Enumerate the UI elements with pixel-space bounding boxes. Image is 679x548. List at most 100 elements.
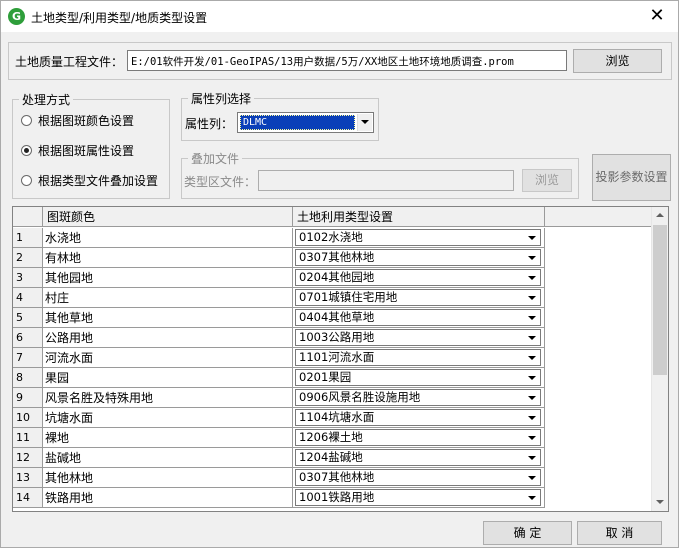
table-row[interactable]: 5 其他草地 0404其他草地 bbox=[13, 308, 545, 328]
overlay-file-title: 叠加文件 bbox=[188, 150, 243, 167]
color-cell[interactable]: 河流水面 bbox=[43, 348, 293, 368]
chevron-down-icon[interactable] bbox=[528, 436, 536, 440]
row-number: 9 bbox=[13, 388, 43, 408]
chevron-down-icon[interactable] bbox=[528, 276, 536, 280]
table-row[interactable]: 2 有林地 0307其他林地 bbox=[13, 248, 545, 268]
land-use-type-select[interactable]: 1101河流水面 bbox=[295, 349, 541, 366]
table-row[interactable]: 6 公路用地 1003公路用地 bbox=[13, 328, 545, 348]
chevron-down-icon[interactable] bbox=[528, 376, 536, 380]
chevron-down-icon[interactable] bbox=[528, 256, 536, 260]
land-use-type-select[interactable]: 0102水浇地 bbox=[295, 229, 541, 246]
land-use-type-cell[interactable]: 1003公路用地 bbox=[293, 328, 545, 348]
chevron-down-icon[interactable] bbox=[528, 396, 536, 400]
vertical-scrollbar[interactable] bbox=[651, 207, 668, 511]
row-number: 7 bbox=[13, 348, 43, 368]
land-use-type-value: 0307其他林地 bbox=[299, 250, 375, 264]
land-use-type-select[interactable]: 0307其他林地 bbox=[295, 469, 541, 486]
land-use-type-select[interactable]: 0906风景名胜设施用地 bbox=[295, 389, 541, 406]
table-row[interactable]: 9 风景名胜及特殊用地 0906风景名胜设施用地 bbox=[13, 388, 545, 408]
land-use-type-select[interactable]: 1001铁路用地 bbox=[295, 489, 541, 506]
land-use-type-select[interactable]: 0701城镇住宅用地 bbox=[295, 289, 541, 306]
table-row[interactable]: 4 村庄 0701城镇住宅用地 bbox=[13, 288, 545, 308]
land-use-type-cell[interactable]: 1206裸土地 bbox=[293, 428, 545, 448]
table-row[interactable]: 13 其他林地 0307其他林地 bbox=[13, 468, 545, 488]
land-use-type-select[interactable]: 0204其他园地 bbox=[295, 269, 541, 286]
chevron-down-icon[interactable] bbox=[528, 496, 536, 500]
land-use-type-select[interactable]: 1206裸土地 bbox=[295, 429, 541, 446]
land-use-type-cell[interactable]: 0906风景名胜设施用地 bbox=[293, 388, 545, 408]
chevron-down-icon[interactable] bbox=[528, 236, 536, 240]
chevron-down-icon[interactable] bbox=[528, 336, 536, 340]
land-use-type-select[interactable]: 0201果园 bbox=[295, 369, 541, 386]
ok-button[interactable]: 确 定 bbox=[483, 521, 572, 545]
cancel-button[interactable]: 取 消 bbox=[577, 521, 662, 545]
table-row[interactable]: 7 河流水面 1101河流水面 bbox=[13, 348, 545, 368]
chevron-down-icon[interactable] bbox=[528, 296, 536, 300]
chevron-down-icon[interactable] bbox=[528, 416, 536, 420]
chevron-down-icon[interactable] bbox=[528, 476, 536, 480]
title-bar[interactable]: G 土地类型/利用类型/地质类型设置 ✕ bbox=[1, 1, 678, 32]
land-use-type-cell[interactable]: 0701城镇住宅用地 bbox=[293, 288, 545, 308]
color-cell[interactable]: 盐碱地 bbox=[43, 448, 293, 468]
land-use-type-select[interactable]: 1204盐碱地 bbox=[295, 449, 541, 466]
processing-mode-title: 处理方式 bbox=[19, 91, 74, 108]
scroll-thumb[interactable] bbox=[653, 225, 667, 375]
color-cell[interactable]: 裸地 bbox=[43, 428, 293, 448]
attribute-column-title: 属性列选择 bbox=[188, 90, 255, 107]
table-row[interactable]: 8 果园 0201果园 bbox=[13, 368, 545, 388]
chevron-down-icon[interactable] bbox=[528, 356, 536, 360]
land-use-type-cell[interactable]: 0404其他草地 bbox=[293, 308, 545, 328]
land-use-type-cell[interactable]: 1104坑塘水面 bbox=[293, 408, 545, 428]
color-cell[interactable]: 果园 bbox=[43, 368, 293, 388]
project-browse-button[interactable]: 浏览 bbox=[573, 49, 662, 73]
radio-by-color-label[interactable]: 根据图斑颜色设置 bbox=[38, 112, 134, 129]
table-row[interactable]: 11 裸地 1206裸土地 bbox=[13, 428, 545, 448]
land-use-type-cell[interactable]: 0201果园 bbox=[293, 368, 545, 388]
scroll-down-icon[interactable] bbox=[652, 494, 668, 511]
color-cell[interactable]: 其他园地 bbox=[43, 268, 293, 288]
radio-by-color[interactable] bbox=[21, 115, 32, 126]
table-row[interactable]: 1 水浇地 0102水浇地 bbox=[13, 228, 545, 248]
land-use-type-cell[interactable]: 1101河流水面 bbox=[293, 348, 545, 368]
radio-by-overlay[interactable] bbox=[21, 175, 32, 186]
close-icon[interactable]: ✕ bbox=[644, 4, 670, 28]
land-use-type-cell[interactable]: 0307其他林地 bbox=[293, 248, 545, 268]
land-use-type-cell[interactable]: 0204其他园地 bbox=[293, 268, 545, 288]
scroll-up-icon[interactable] bbox=[652, 207, 668, 224]
land-use-type-cell[interactable]: 1204盐碱地 bbox=[293, 448, 545, 468]
color-cell[interactable]: 其他草地 bbox=[43, 308, 293, 328]
chevron-down-icon[interactable] bbox=[357, 114, 372, 131]
table-row[interactable]: 14 铁路用地 1001铁路用地 bbox=[13, 488, 545, 508]
header-color: 图斑颜色 bbox=[43, 207, 293, 227]
land-use-type-cell[interactable]: 0307其他林地 bbox=[293, 468, 545, 488]
color-cell[interactable]: 公路用地 bbox=[43, 328, 293, 348]
table-row[interactable]: 3 其他园地 0204其他园地 bbox=[13, 268, 545, 288]
land-use-type-cell[interactable]: 1001铁路用地 bbox=[293, 488, 545, 508]
land-use-type-value: 0201果园 bbox=[299, 370, 352, 384]
overlay-file-input[interactable] bbox=[258, 170, 514, 191]
color-cell[interactable]: 其他林地 bbox=[43, 468, 293, 488]
land-use-type-select[interactable]: 0404其他草地 bbox=[295, 309, 541, 326]
color-cell[interactable]: 铁路用地 bbox=[43, 488, 293, 508]
color-cell[interactable]: 有林地 bbox=[43, 248, 293, 268]
overlay-browse-button[interactable]: 浏览 bbox=[522, 169, 572, 192]
table-row[interactable]: 12 盐碱地 1204盐碱地 bbox=[13, 448, 545, 468]
radio-by-attribute-label[interactable]: 根据图斑属性设置 bbox=[38, 142, 134, 159]
radio-by-overlay-label[interactable]: 根据类型文件叠加设置 bbox=[38, 172, 158, 189]
radio-by-attribute[interactable] bbox=[21, 145, 32, 156]
table-row[interactable]: 10 坑塘水面 1104坑塘水面 bbox=[13, 408, 545, 428]
chevron-down-icon[interactable] bbox=[528, 316, 536, 320]
project-file-input[interactable]: E:/01软件开发/01-GeoIPAS/13用户数据/5万/XX地区土地环境地… bbox=[127, 50, 567, 71]
color-cell[interactable]: 村庄 bbox=[43, 288, 293, 308]
attribute-column-select[interactable]: DLMC bbox=[237, 112, 374, 133]
land-use-type-select[interactable]: 1104坑塘水面 bbox=[295, 409, 541, 426]
color-cell[interactable]: 风景名胜及特殊用地 bbox=[43, 388, 293, 408]
land-use-type-select[interactable]: 1003公路用地 bbox=[295, 329, 541, 346]
attribute-column-label: 属性列： bbox=[185, 117, 234, 131]
color-cell[interactable]: 水浇地 bbox=[43, 228, 293, 248]
land-use-type-select[interactable]: 0307其他林地 bbox=[295, 249, 541, 266]
chevron-down-icon[interactable] bbox=[528, 456, 536, 460]
color-cell[interactable]: 坑塘水面 bbox=[43, 408, 293, 428]
land-use-type-cell[interactable]: 0102水浇地 bbox=[293, 228, 545, 248]
projection-settings-button[interactable]: 投影参数设置 bbox=[592, 154, 671, 201]
